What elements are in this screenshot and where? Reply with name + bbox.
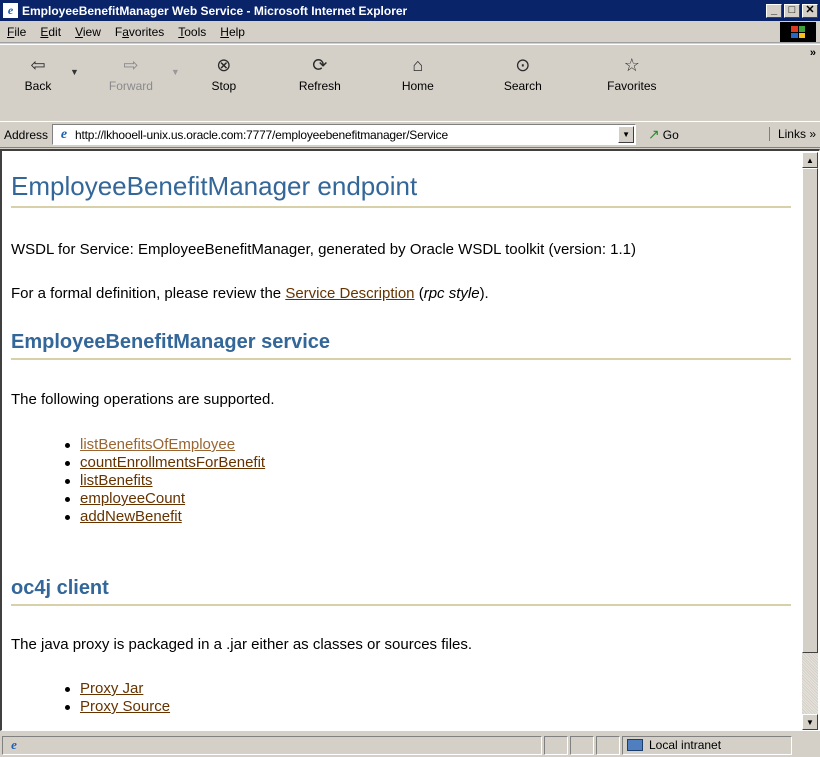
- client-heading: oc4j client: [11, 577, 791, 606]
- scroll-up-icon[interactable]: ▲: [802, 152, 818, 168]
- scroll-thumb[interactable]: [802, 168, 818, 653]
- review-paragraph: For a formal definition, please review t…: [11, 285, 489, 302]
- operation-link-listBenefitsOfEmployee[interactable]: listBenefitsOfEmployee: [80, 436, 235, 454]
- menu-view[interactable]: View: [68, 25, 108, 39]
- bullet-icon: [65, 496, 70, 502]
- operation-link-addNewBenefit[interactable]: addNewBenefit: [80, 508, 182, 526]
- browser-window: e EmployeeBenefitManager Web Service - M…: [0, 0, 820, 757]
- operations-intro: The following operations are supported.: [11, 391, 275, 408]
- page-status-icon: e: [11, 737, 17, 752]
- menu-file[interactable]: File: [0, 25, 33, 39]
- wsdl-info: WSDL for Service: EmployeeBenefitManager…: [11, 241, 636, 258]
- list-item: Proxy Source: [11, 698, 170, 716]
- maximize-button[interactable]: □: [784, 3, 800, 18]
- page-content: EmployeeBenefitManager endpoint WSDL for…: [11, 171, 801, 731]
- list-item: countEnrollmentsForBenefit: [11, 454, 265, 472]
- favorites-button[interactable]: ☆ Favorites: [602, 53, 662, 93]
- minimize-button[interactable]: _: [766, 3, 782, 18]
- list-item: employeeCount: [11, 490, 265, 508]
- service-description-link[interactable]: Service Description: [285, 285, 414, 302]
- list-item: listBenefits: [11, 472, 265, 490]
- go-arrow-icon: ↗: [648, 126, 660, 142]
- home-icon: ⌂: [412, 55, 424, 75]
- address-label: Address: [4, 127, 49, 142]
- list-item: listBenefitsOfEmployee: [11, 436, 265, 454]
- zone-label: Local intranet: [649, 738, 722, 752]
- operations-list: listBenefitsOfEmployee countEnrollmentsF…: [11, 436, 265, 526]
- service-heading: EmployeeBenefitManager service: [11, 331, 791, 360]
- menu-tools[interactable]: Tools: [171, 25, 213, 39]
- bullet-icon: [65, 686, 70, 692]
- operation-link-employeeCount[interactable]: employeeCount: [80, 490, 185, 508]
- status-bar: e Local intranet: [0, 733, 820, 757]
- refresh-icon: ⟳: [312, 55, 328, 75]
- scroll-down-icon[interactable]: ▼: [802, 714, 818, 730]
- stop-button[interactable]: ⊗ Stop: [204, 53, 244, 93]
- bullet-icon: [65, 442, 70, 448]
- proxy-jar-link[interactable]: Proxy Jar: [80, 680, 143, 698]
- ie-logo-icon: e: [3, 3, 18, 18]
- go-button[interactable]: ↗ Go: [648, 126, 679, 143]
- status-pane: [596, 735, 620, 755]
- close-button[interactable]: ✕: [802, 3, 818, 18]
- client-intro: The java proxy is packaged in a .jar eit…: [11, 636, 473, 653]
- address-dropdown-icon[interactable]: ▼: [618, 126, 635, 143]
- rpc-style-text: rpc style: [423, 285, 480, 302]
- forward-dropdown-icon[interactable]: ▼: [171, 67, 180, 77]
- status-pane: [570, 735, 594, 755]
- favorites-folder-icon: ☆: [623, 55, 640, 75]
- address-url[interactable]: http://lkhooell-unix.us.oracle.com:7777/…: [75, 128, 618, 142]
- operation-link-listBenefits[interactable]: listBenefits: [80, 472, 153, 490]
- standard-toolbar: ⇦ Back ▼ ⇨ Forward ▼ ⊗ Stop ⟳ Refresh ⌂ …: [0, 44, 820, 120]
- links-button[interactable]: Links »: [768, 127, 816, 141]
- operation-link-countEnrollmentsForBenefit[interactable]: countEnrollmentsForBenefit: [80, 454, 265, 472]
- menu-bar: File Edit View Favorites Tools Help: [0, 21, 820, 43]
- toolbar-more-chevron[interactable]: »: [810, 47, 816, 59]
- list-item: Proxy Jar: [11, 680, 170, 698]
- back-dropdown-icon[interactable]: ▼: [70, 67, 79, 77]
- bullet-icon: [65, 460, 70, 466]
- menu-edit[interactable]: Edit: [33, 25, 68, 39]
- content-viewport: EmployeeBenefitManager endpoint WSDL for…: [0, 149, 820, 731]
- refresh-button[interactable]: ⟳ Refresh: [294, 53, 346, 93]
- bullet-icon: [65, 478, 70, 484]
- menu-favorites[interactable]: Favorites: [108, 25, 171, 39]
- back-arrow-icon: ⇦: [30, 55, 46, 75]
- title-bar[interactable]: e EmployeeBenefitManager Web Service - M…: [0, 0, 820, 21]
- client-links-list: Proxy Jar Proxy Source: [11, 680, 170, 716]
- status-pane: [544, 735, 568, 755]
- list-item: addNewBenefit: [11, 508, 265, 526]
- vertical-scrollbar[interactable]: ▲ ▼: [802, 152, 818, 730]
- search-icon: ⊙: [515, 55, 531, 75]
- menu-help[interactable]: Help: [213, 25, 252, 39]
- proxy-source-link[interactable]: Proxy Source: [80, 698, 170, 716]
- address-bar: Address e http://lkhooell-unix.us.oracle…: [0, 121, 820, 148]
- local-intranet-icon: [627, 739, 643, 751]
- scroll-track[interactable]: [802, 653, 818, 714]
- stop-icon: ⊗: [216, 55, 232, 75]
- bullet-icon: [65, 704, 70, 710]
- address-input[interactable]: e http://lkhooell-unix.us.oracle.com:777…: [52, 124, 637, 145]
- back-button[interactable]: ⇦ Back: [18, 53, 58, 93]
- search-button[interactable]: ⊙ Search: [498, 53, 548, 93]
- window-title: EmployeeBenefitManager Web Service - Mic…: [22, 3, 408, 18]
- forward-button[interactable]: ⇨ Forward: [103, 53, 159, 93]
- page-ie-icon: e: [60, 126, 68, 142]
- bullet-icon: [65, 514, 70, 520]
- security-zone: Local intranet: [622, 735, 792, 755]
- home-button[interactable]: ⌂ Home: [396, 53, 440, 93]
- page-title: EmployeeBenefitManager endpoint: [11, 171, 791, 208]
- windows-logo-icon: [780, 22, 816, 42]
- status-main-pane: e: [2, 735, 542, 755]
- forward-arrow-icon: ⇨: [123, 55, 139, 75]
